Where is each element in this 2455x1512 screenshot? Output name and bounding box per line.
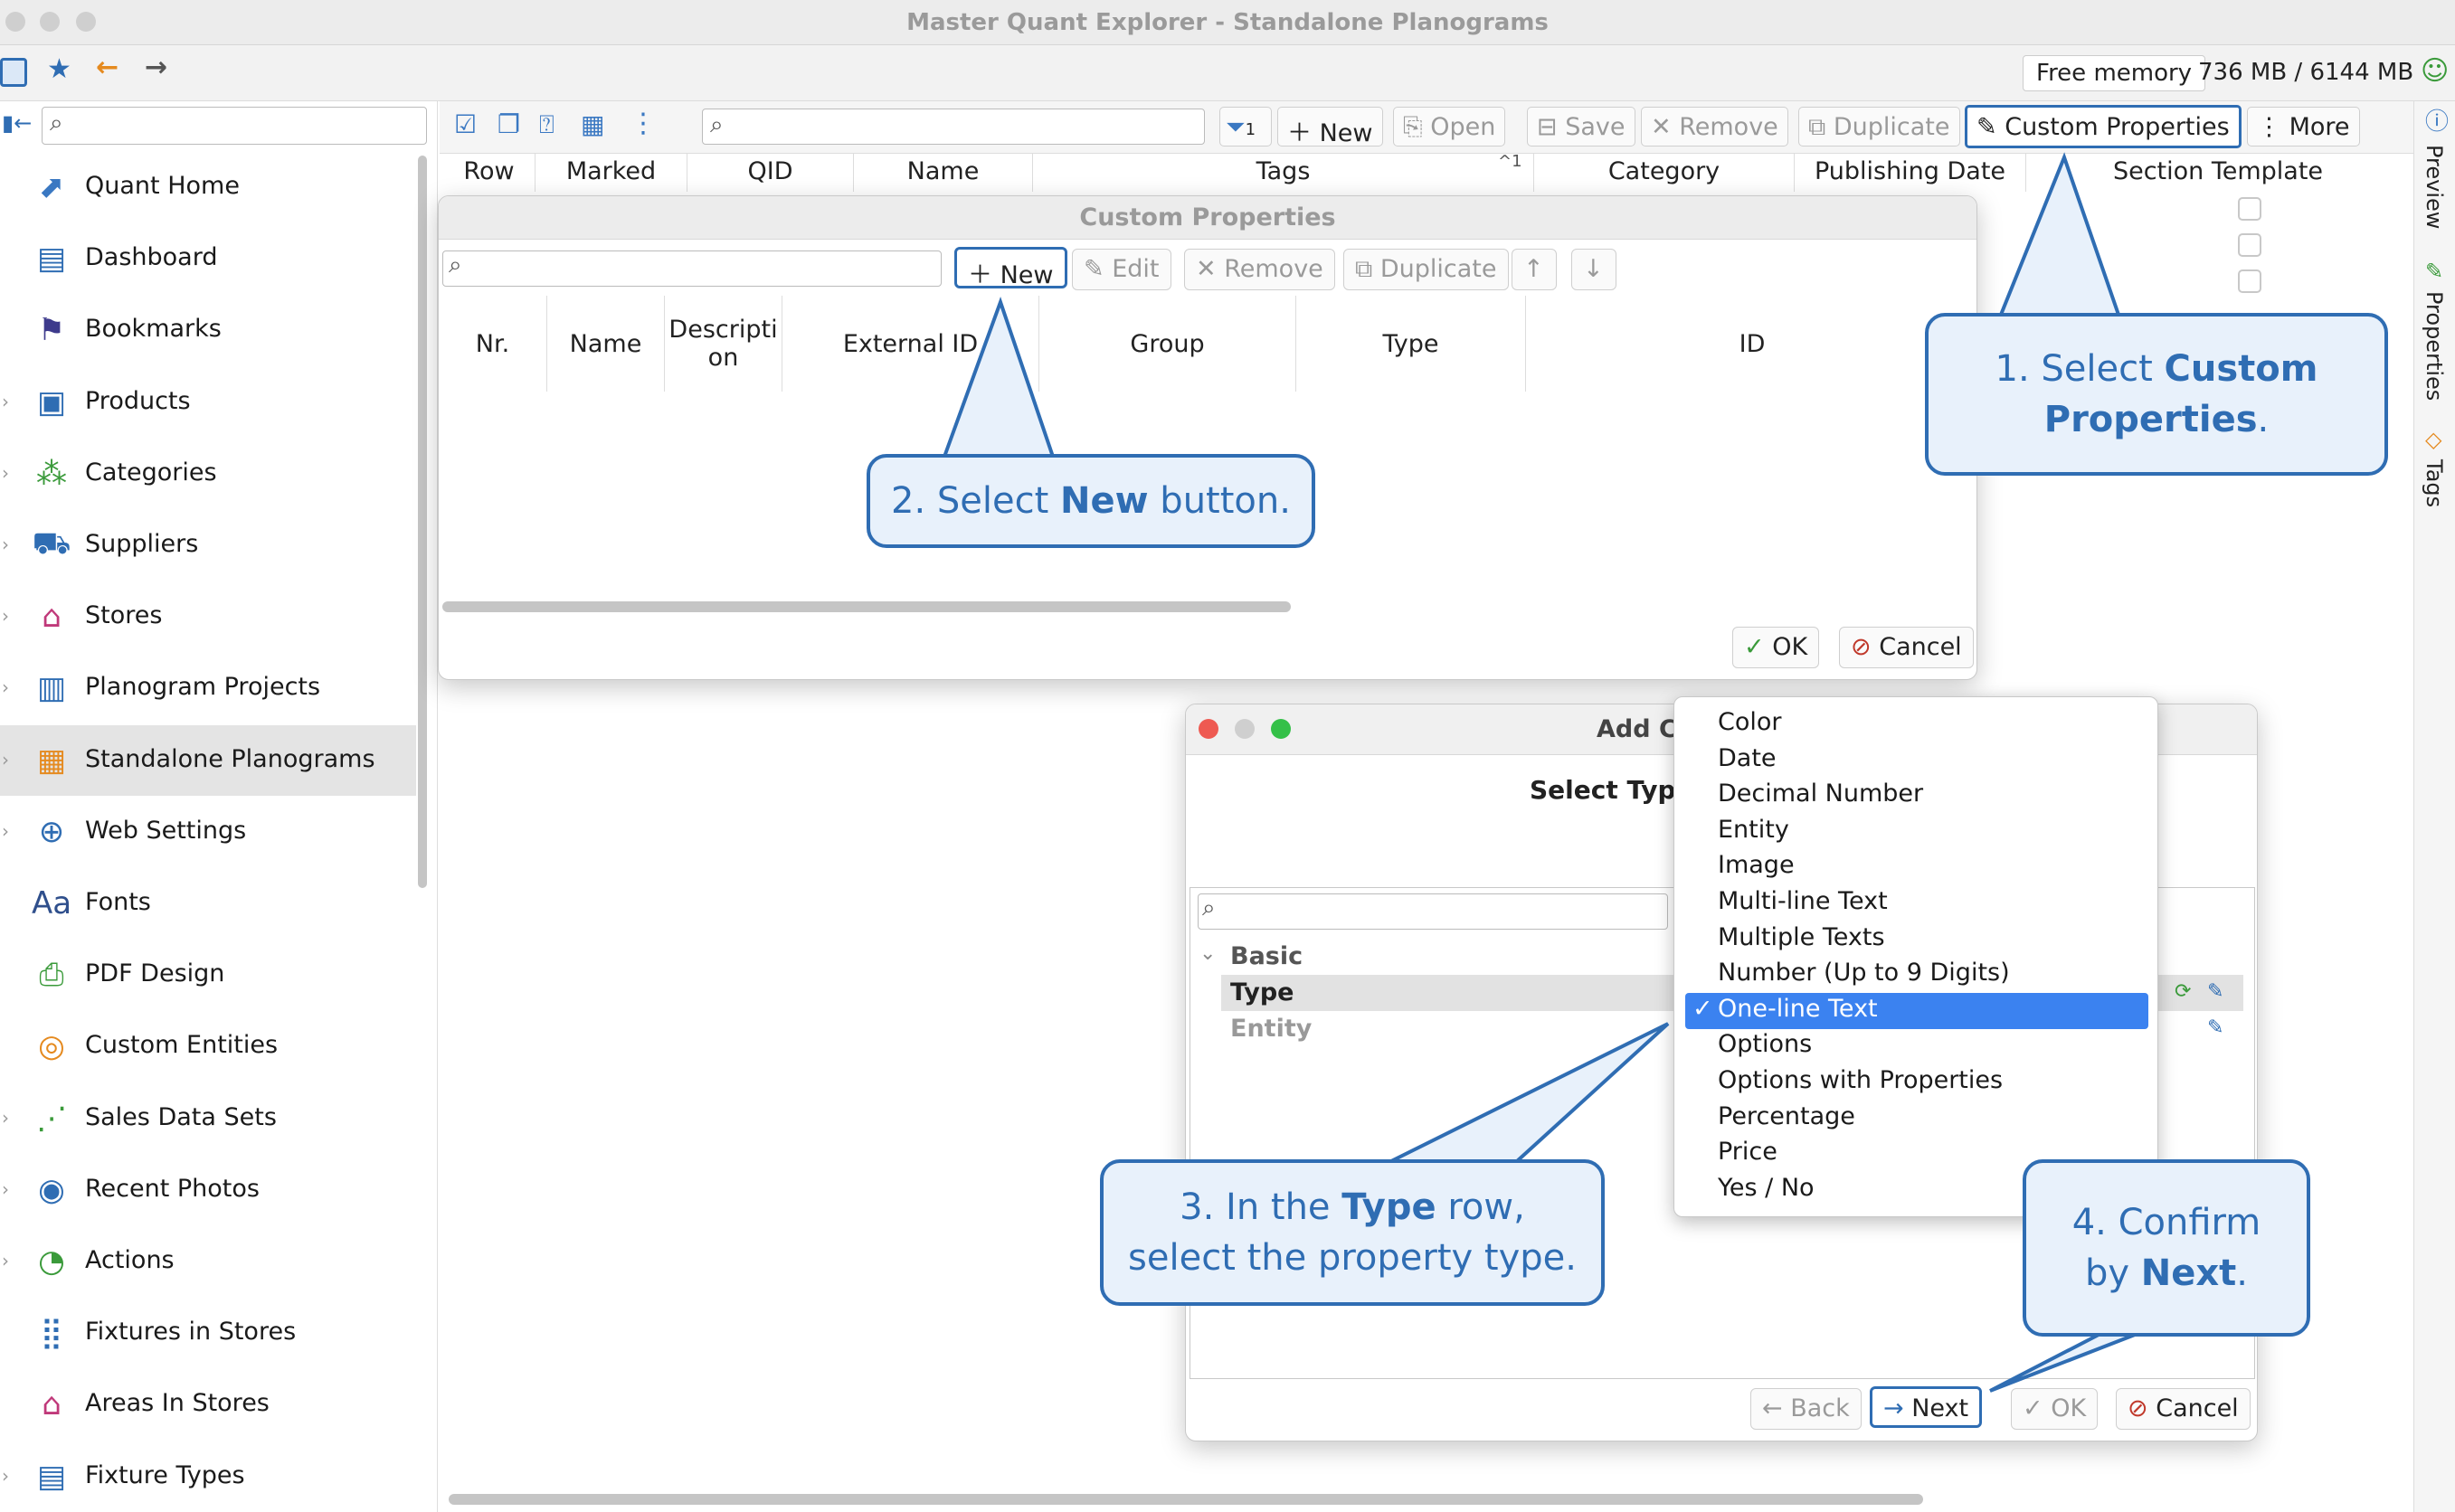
callout-2-pointer <box>942 296 1056 458</box>
callout-1-pointer <box>1998 152 2121 317</box>
callout-4-pointer <box>1989 1333 2136 1393</box>
callout-step-3: 3. In the Type row, select the property … <box>1100 1159 1605 1306</box>
callout-3-pointer <box>1389 1022 1670 1164</box>
callout-step-4: 4. Confirm by Next. <box>2023 1159 2310 1337</box>
callout-step-1: 1. Select Custom Properties. <box>1925 313 2388 476</box>
callout-step-2: 2. Select New button. <box>867 454 1315 548</box>
